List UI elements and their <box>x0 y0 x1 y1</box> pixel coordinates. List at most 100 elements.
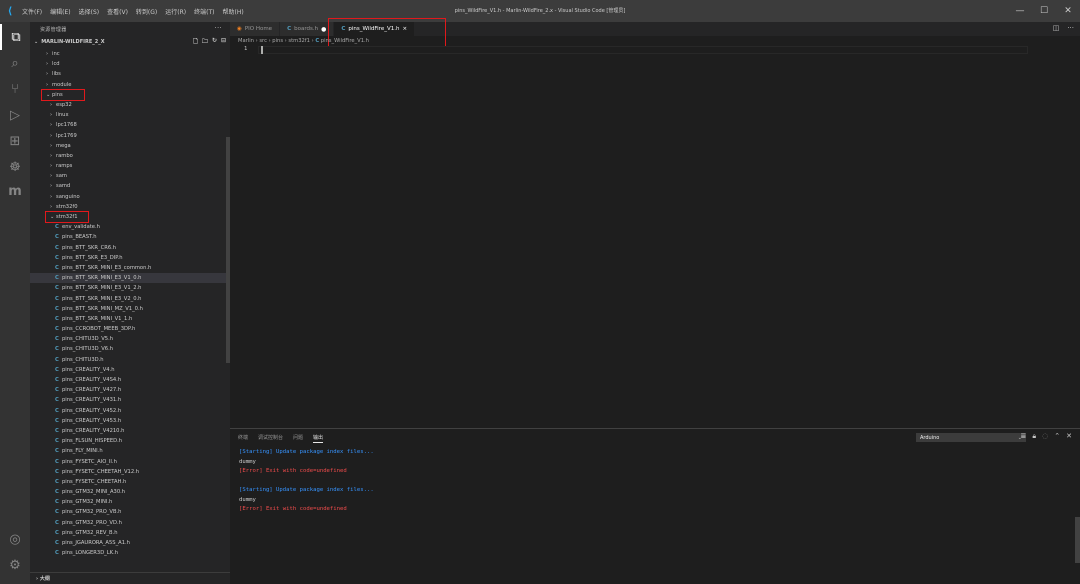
menu-terminal[interactable]: 终端(T) <box>194 7 214 16</box>
settings-gear-icon[interactable]: ⚙ <box>0 552 30 578</box>
platformio-icon[interactable]: ☸ <box>0 154 30 180</box>
menu-file[interactable]: 文件(F) <box>22 7 42 16</box>
explorer-icon[interactable]: ⧉ <box>0 24 30 50</box>
folder-header[interactable]: ⌄ MARLIN-WILDFIRE_2_X 🗋 🗀 ↻ ⊟ <box>30 36 230 47</box>
menu-edit[interactable]: 编辑(E) <box>50 7 70 16</box>
folder-item[interactable]: › lpc1768 <box>30 120 230 130</box>
folder-item[interactable]: › inc <box>30 49 230 59</box>
file-item[interactable]: Cpins_FYSETC_AIO_II.h <box>30 457 230 467</box>
menu-view[interactable]: 查看(V) <box>107 7 128 16</box>
menu-go[interactable]: 转到(G) <box>136 7 157 16</box>
tree-item-label: pins_GTM32_PRO_VB.h <box>62 509 122 516</box>
file-item[interactable]: Cpins_CREALITY_V431.h <box>30 395 230 405</box>
breadcrumb-item[interactable]: src <box>259 38 267 44</box>
more-actions-icon[interactable]: ··· <box>1067 24 1074 32</box>
c-file-icon: C <box>55 387 59 394</box>
file-item[interactable]: Cpins_GTM32_MINI_A30.h <box>30 487 230 497</box>
maximize-panel-icon[interactable]: ⌃ <box>1054 432 1060 441</box>
folder-item[interactable]: › libs <box>30 69 230 79</box>
close-window-button[interactable]: ✕ <box>1056 0 1080 22</box>
file-item[interactable]: Cpins_FYSETC_CHEETAH.h <box>30 477 230 487</box>
menu-selection[interactable]: 选择(S) <box>79 7 100 16</box>
panel-tab-problems[interactable]: 问题 <box>293 434 303 443</box>
folder-item[interactable]: › esp32 <box>30 100 230 110</box>
new-file-icon[interactable]: 🗋 <box>193 37 198 47</box>
file-item[interactable]: Cpins_GTM32_PRO_VB.h <box>30 507 230 517</box>
file-item[interactable]: Cpins_BTT_SKR_MINI_E3_V2_0.h <box>30 294 230 304</box>
file-item[interactable]: Cpins_FYSETC_CHEETAH_V12.h <box>30 467 230 477</box>
file-item[interactable]: Cpins_BEAST.h <box>30 232 230 242</box>
file-item[interactable]: Cpins_CREALITY_V4S4.h <box>30 375 230 385</box>
output-channel-select[interactable]: Arduino ⌄ <box>916 433 1026 442</box>
file-item[interactable]: Cpins_CREALITY_V427.h <box>30 385 230 395</box>
outline-section[interactable]: › 大纲 <box>30 572 230 584</box>
file-item[interactable]: Cpins_BTT_SKR_MINI_E3_V1_0.h <box>30 273 230 284</box>
file-item[interactable]: Cpins_LONGER3D_LK.h <box>30 548 230 558</box>
file-item[interactable]: Cpins_CHITU3D_V5.h <box>30 334 230 344</box>
file-item[interactable]: Cpins_CHITU3D_V6.h <box>30 344 230 354</box>
file-item[interactable]: Cpins_JGAURORA_A5S_A1.h <box>30 538 230 548</box>
search-icon[interactable]: ⌕ <box>0 50 30 76</box>
c-file-icon: C <box>55 417 59 424</box>
tree-item-label: rambo <box>56 152 73 159</box>
folder-item[interactable]: › lpc1769 <box>30 131 230 141</box>
folder-item[interactable]: › mega <box>30 141 230 151</box>
file-item[interactable]: Cpins_CREALITY_V452.h <box>30 406 230 416</box>
file-item[interactable]: Cpins_BTT_SKR_MINI_V1_1.h <box>30 314 230 324</box>
collapse-all-icon[interactable]: ⊟ <box>221 37 226 47</box>
tab-pio-home[interactable]: ◉ PIO Home <box>230 22 281 36</box>
file-item[interactable]: Cpins_CCROBOT_MEEB_3DP.h <box>30 324 230 334</box>
menu-run[interactable]: 运行(R) <box>165 7 186 16</box>
file-item[interactable]: Cpins_BTT_SKR_MINI_MZ_V1_0.h <box>30 304 230 314</box>
folder-item[interactable]: › rambo <box>30 151 230 161</box>
folder-item[interactable]: › lcd <box>30 59 230 69</box>
open-log-icon[interactable]: ◌ <box>1042 432 1048 441</box>
refresh-icon[interactable]: ↻ <box>212 37 217 47</box>
file-item[interactable]: Cpins_FLY_MINI.h <box>30 446 230 456</box>
close-panel-icon[interactable]: ✕ <box>1066 432 1072 441</box>
file-item[interactable]: Cpins_GTM32_REV_B.h <box>30 528 230 538</box>
new-folder-icon[interactable]: 🗀 <box>202 37 208 47</box>
panel-tab-debug-console[interactable]: 调试控制台 <box>258 434 283 443</box>
clear-output-icon[interactable]: ≣ <box>1021 432 1027 441</box>
run-debug-icon[interactable]: ▷ <box>0 102 30 128</box>
panel-scrollbar[interactable] <box>1075 517 1080 563</box>
menu-help[interactable]: 帮助(H) <box>222 7 243 16</box>
arduino-icon[interactable]: m <box>0 178 30 204</box>
minimize-button[interactable]: — <box>1008 0 1032 22</box>
maximize-button[interactable]: ☐ <box>1032 0 1056 22</box>
more-actions-icon[interactable]: ··· <box>214 24 222 32</box>
file-item[interactable]: Cenv_validate.h <box>30 222 230 232</box>
file-item[interactable]: Cpins_CREALITY_V4210.h <box>30 426 230 436</box>
breadcrumb-file[interactable]: pins_WildFire_V1.h <box>321 38 369 44</box>
tab-boards[interactable]: C boards.h ● <box>280 22 335 36</box>
file-item[interactable]: Cpins_CREALITY_V4.h <box>30 365 230 375</box>
source-control-icon[interactable]: ⑂ <box>0 76 30 102</box>
file-item[interactable]: Cpins_BTT_SKR_E3_DIP.h <box>30 253 230 263</box>
lock-scroll-icon[interactable]: 🔒︎ <box>1032 432 1036 441</box>
file-item[interactable]: Cpins_FLSUN_HISPEED.h <box>30 436 230 446</box>
split-editor-icon[interactable]: ◫ <box>1053 24 1060 32</box>
code-editor[interactable]: 1 <box>230 46 1080 428</box>
breadcrumb-item[interactable]: Marlin <box>238 38 254 44</box>
output-line: [Error] Exit with code=undefined <box>239 506 347 512</box>
breadcrumb-item[interactable]: pins <box>272 38 283 44</box>
file-item[interactable]: Cpins_CHITU3D.h <box>30 355 230 365</box>
folder-item[interactable]: › sam <box>30 171 230 181</box>
file-item[interactable]: Cpins_GTM32_MINI.h <box>30 497 230 507</box>
folder-item[interactable]: › linux <box>30 110 230 120</box>
folder-item[interactable]: › samd <box>30 181 230 191</box>
breadcrumb-item[interactable]: stm32f1 <box>288 38 310 44</box>
panel-tab-terminal[interactable]: 终端 <box>238 434 248 443</box>
unsaved-dot-icon[interactable]: ● <box>321 26 326 33</box>
file-item[interactable]: Cpins_BTT_SKR_MINI_E3_common.h <box>30 263 230 273</box>
extensions-icon[interactable]: ⊞ <box>0 128 30 154</box>
folder-item[interactable]: › sanguino <box>30 192 230 202</box>
file-item[interactable]: Cpins_CREALITY_V453.h <box>30 416 230 426</box>
file-item[interactable]: Cpins_BTT_SKR_CR6.h <box>30 243 230 253</box>
file-item[interactable]: Cpins_GTM32_PRO_VD.h <box>30 518 230 528</box>
folder-item[interactable]: › ramps <box>30 161 230 171</box>
panel-tab-output[interactable]: 输出 <box>313 434 324 443</box>
file-item[interactable]: Cpins_BTT_SKR_MINI_E3_V1_2.h <box>30 283 230 293</box>
account-icon[interactable]: ◎ <box>0 526 30 552</box>
